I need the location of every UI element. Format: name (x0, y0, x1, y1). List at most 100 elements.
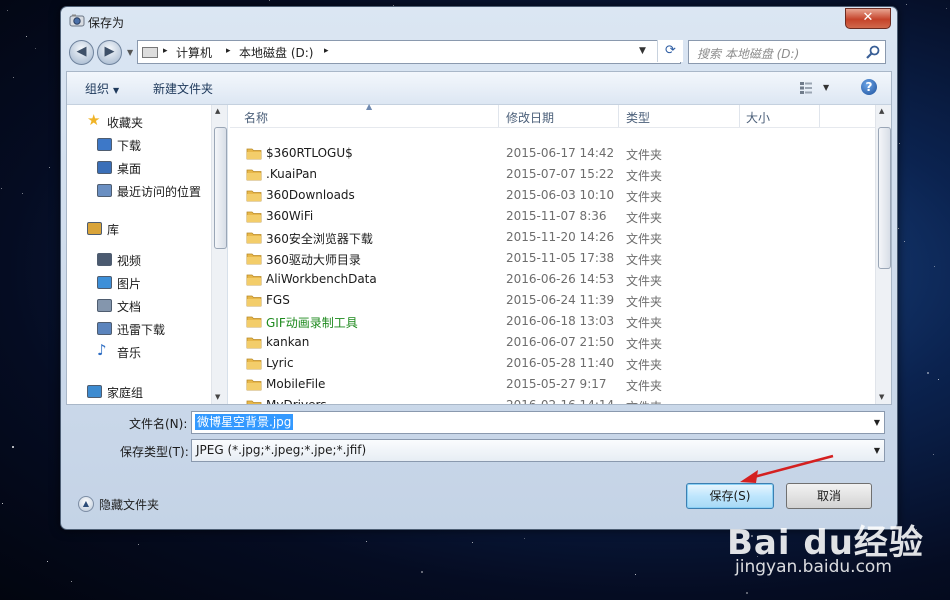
column-name[interactable]: 名称 (244, 109, 268, 126)
file-row[interactable]: 360驱动大师目录 2015-11-05 17:38 文件夹 (230, 248, 875, 269)
scroll-down-icon[interactable]: ▼ (879, 393, 884, 401)
sidebar-item[interactable]: 库 (67, 218, 207, 238)
drive-icon (142, 47, 158, 58)
folder-icon (246, 337, 262, 349)
file-row[interactable]: AliWorkbenchData 2016-06-26 14:53 文件夹 (230, 269, 875, 290)
column-type[interactable]: 类型 (626, 109, 650, 126)
filename-field[interactable]: 微博星空背景.jpg ▼ (191, 411, 885, 434)
breadcrumb-separator-icon[interactable]: ▸ (226, 46, 231, 56)
folder-icon (246, 232, 262, 244)
change-view-icon[interactable] (799, 81, 813, 95)
filetype-dropdown-icon[interactable]: ▼ (874, 446, 880, 455)
breadcrumb-separator-icon[interactable]: ▸ (163, 46, 168, 56)
file-list-scrollbar[interactable]: ▲ ▼ (875, 105, 891, 404)
column-divider[interactable] (618, 105, 619, 127)
file-modified-date: 2015-11-05 17:38 (506, 251, 615, 265)
file-row[interactable]: kankan 2016-06-07 21:50 文件夹 (230, 332, 875, 353)
scroll-down-icon[interactable]: ▼ (215, 393, 220, 401)
file-row[interactable]: FGS 2015-06-24 11:39 文件夹 (230, 290, 875, 311)
file-row[interactable]: 360安全浏览器下载 2015-11-20 14:26 文件夹 (230, 227, 875, 248)
column-headers: ▲ 名称 修改日期 类型 大小 (230, 102, 875, 128)
nav-pane-scrollbar[interactable]: ▲ ▼ (211, 105, 227, 404)
sidebar-item-label: 家庭组 (107, 386, 144, 400)
sidebar-item-label: 迅雷下载 (117, 323, 166, 337)
back-button[interactable]: ◀ (69, 40, 94, 65)
address-bar[interactable]: ▸ 计算机 ▸ 本地磁盘 (D:) ▸ ▼ (137, 40, 681, 64)
file-row[interactable]: MyDrivers 2016-02-16 14:14 文件夹 (230, 395, 875, 404)
file-row[interactable]: GIF动画录制工具 2016-06-18 13:03 文件夹 (230, 311, 875, 332)
sidebar-item[interactable]: 图片 (67, 272, 207, 292)
sidebar-item[interactable]: 最近访问的位置 (67, 180, 207, 200)
column-size[interactable]: 大小 (746, 109, 770, 126)
new-folder-button[interactable]: 新建文件夹 (153, 80, 213, 97)
folder-icon (246, 316, 262, 328)
breadcrumb-drive-d[interactable]: 本地磁盘 (D:) (239, 44, 313, 61)
star (899, 143, 900, 144)
library-icon (87, 222, 102, 235)
column-divider[interactable] (819, 105, 820, 127)
star (904, 241, 905, 242)
star (7, 10, 8, 11)
close-button[interactable]: ✕ (845, 8, 891, 29)
file-row[interactable]: 360Downloads 2015-06-03 10:10 文件夹 (230, 185, 875, 206)
nav-pane-scroll-thumb[interactable] (214, 127, 227, 249)
file-row[interactable]: Lyric 2016-05-28 11:40 文件夹 (230, 353, 875, 374)
column-divider[interactable] (739, 105, 740, 127)
file-type: 文件夹 (626, 358, 663, 372)
pane-splitter[interactable] (227, 105, 228, 404)
search-icon[interactable] (865, 44, 881, 60)
title-bar[interactable]: 保存为 ✕ (61, 7, 897, 35)
file-list-scroll-thumb[interactable] (878, 127, 891, 269)
file-type: 文件夹 (626, 295, 663, 309)
file-type: 文件夹 (626, 148, 663, 162)
breadcrumb-computer[interactable]: 计算机 (176, 44, 212, 61)
address-dropdown-icon[interactable]: ▼ (639, 46, 646, 56)
sidebar-item[interactable]: ★ 收藏夹 (67, 111, 207, 131)
help-icon[interactable]: ? (861, 79, 877, 95)
sidebar-item[interactable]: 视频 (67, 249, 207, 269)
scroll-up-icon[interactable]: ▲ (879, 107, 884, 115)
filename-history-dropdown-icon[interactable]: ▼ (874, 418, 880, 427)
column-divider[interactable] (498, 105, 499, 127)
file-type: 文件夹 (626, 169, 663, 183)
file-row[interactable]: 360WiFi 2015-11-07 8:36 文件夹 (230, 206, 875, 227)
star (22, 193, 23, 194)
forward-button[interactable]: ▶ (97, 40, 122, 65)
file-type: 文件夹 (626, 211, 663, 225)
file-modified-date: 2015-06-17 14:42 (506, 146, 615, 160)
file-name: 360WiFi (266, 209, 314, 223)
view-dropdown-icon[interactable]: ▼ (823, 83, 829, 92)
search-box[interactable]: 搜索 本地磁盘 (D:) (688, 40, 886, 64)
sidebar-item[interactable]: 桌面 (67, 157, 207, 177)
sidebar-item[interactable]: 下载 (67, 134, 207, 154)
scroll-up-icon[interactable]: ▲ (215, 107, 220, 115)
refresh-button[interactable]: ⟳ (657, 40, 683, 62)
hide-folders-label: 隐藏文件夹 (99, 498, 160, 512)
organize-menu[interactable]: 组织 ▼ (85, 80, 119, 97)
star (898, 228, 899, 229)
collapse-chevron-icon: ▲ (78, 496, 94, 512)
file-type: 文件夹 (626, 274, 663, 288)
sidebar-item-label: 桌面 (117, 162, 142, 176)
star-icon: ★ (87, 111, 101, 129)
file-modified-date: 2016-06-18 13:03 (506, 314, 615, 328)
file-modified-date: 2015-07-07 15:22 (506, 167, 615, 181)
file-type: 文件夹 (626, 337, 663, 351)
search-input[interactable]: 搜索 本地磁盘 (D:) (697, 45, 799, 62)
folder-icon (246, 148, 262, 160)
star (13, 77, 14, 78)
sidebar-item[interactable]: 文档 (67, 295, 207, 315)
file-row[interactable]: .KuaiPan 2015-07-07 15:22 文件夹 (230, 164, 875, 185)
sidebar-item[interactable]: 家庭组 (67, 381, 207, 401)
sidebar-item[interactable]: ♪ 音乐 (67, 341, 207, 361)
breadcrumb-separator-icon[interactable]: ▸ (324, 46, 329, 56)
sidebar-item[interactable]: 迅雷下载 (67, 318, 207, 338)
file-row[interactable]: MobileFile 2015-05-27 9:17 文件夹 (230, 374, 875, 395)
file-row[interactable]: $360RTLOGU$ 2015-06-17 14:42 文件夹 (230, 143, 875, 164)
recent-pages-dropdown-icon[interactable]: ▼ (127, 48, 133, 57)
recent-places-icon (97, 184, 112, 197)
filename-value[interactable]: 微博星空背景.jpg (195, 414, 294, 430)
file-type: 文件夹 (626, 190, 663, 204)
star (138, 544, 139, 545)
column-date[interactable]: 修改日期 (506, 109, 554, 126)
